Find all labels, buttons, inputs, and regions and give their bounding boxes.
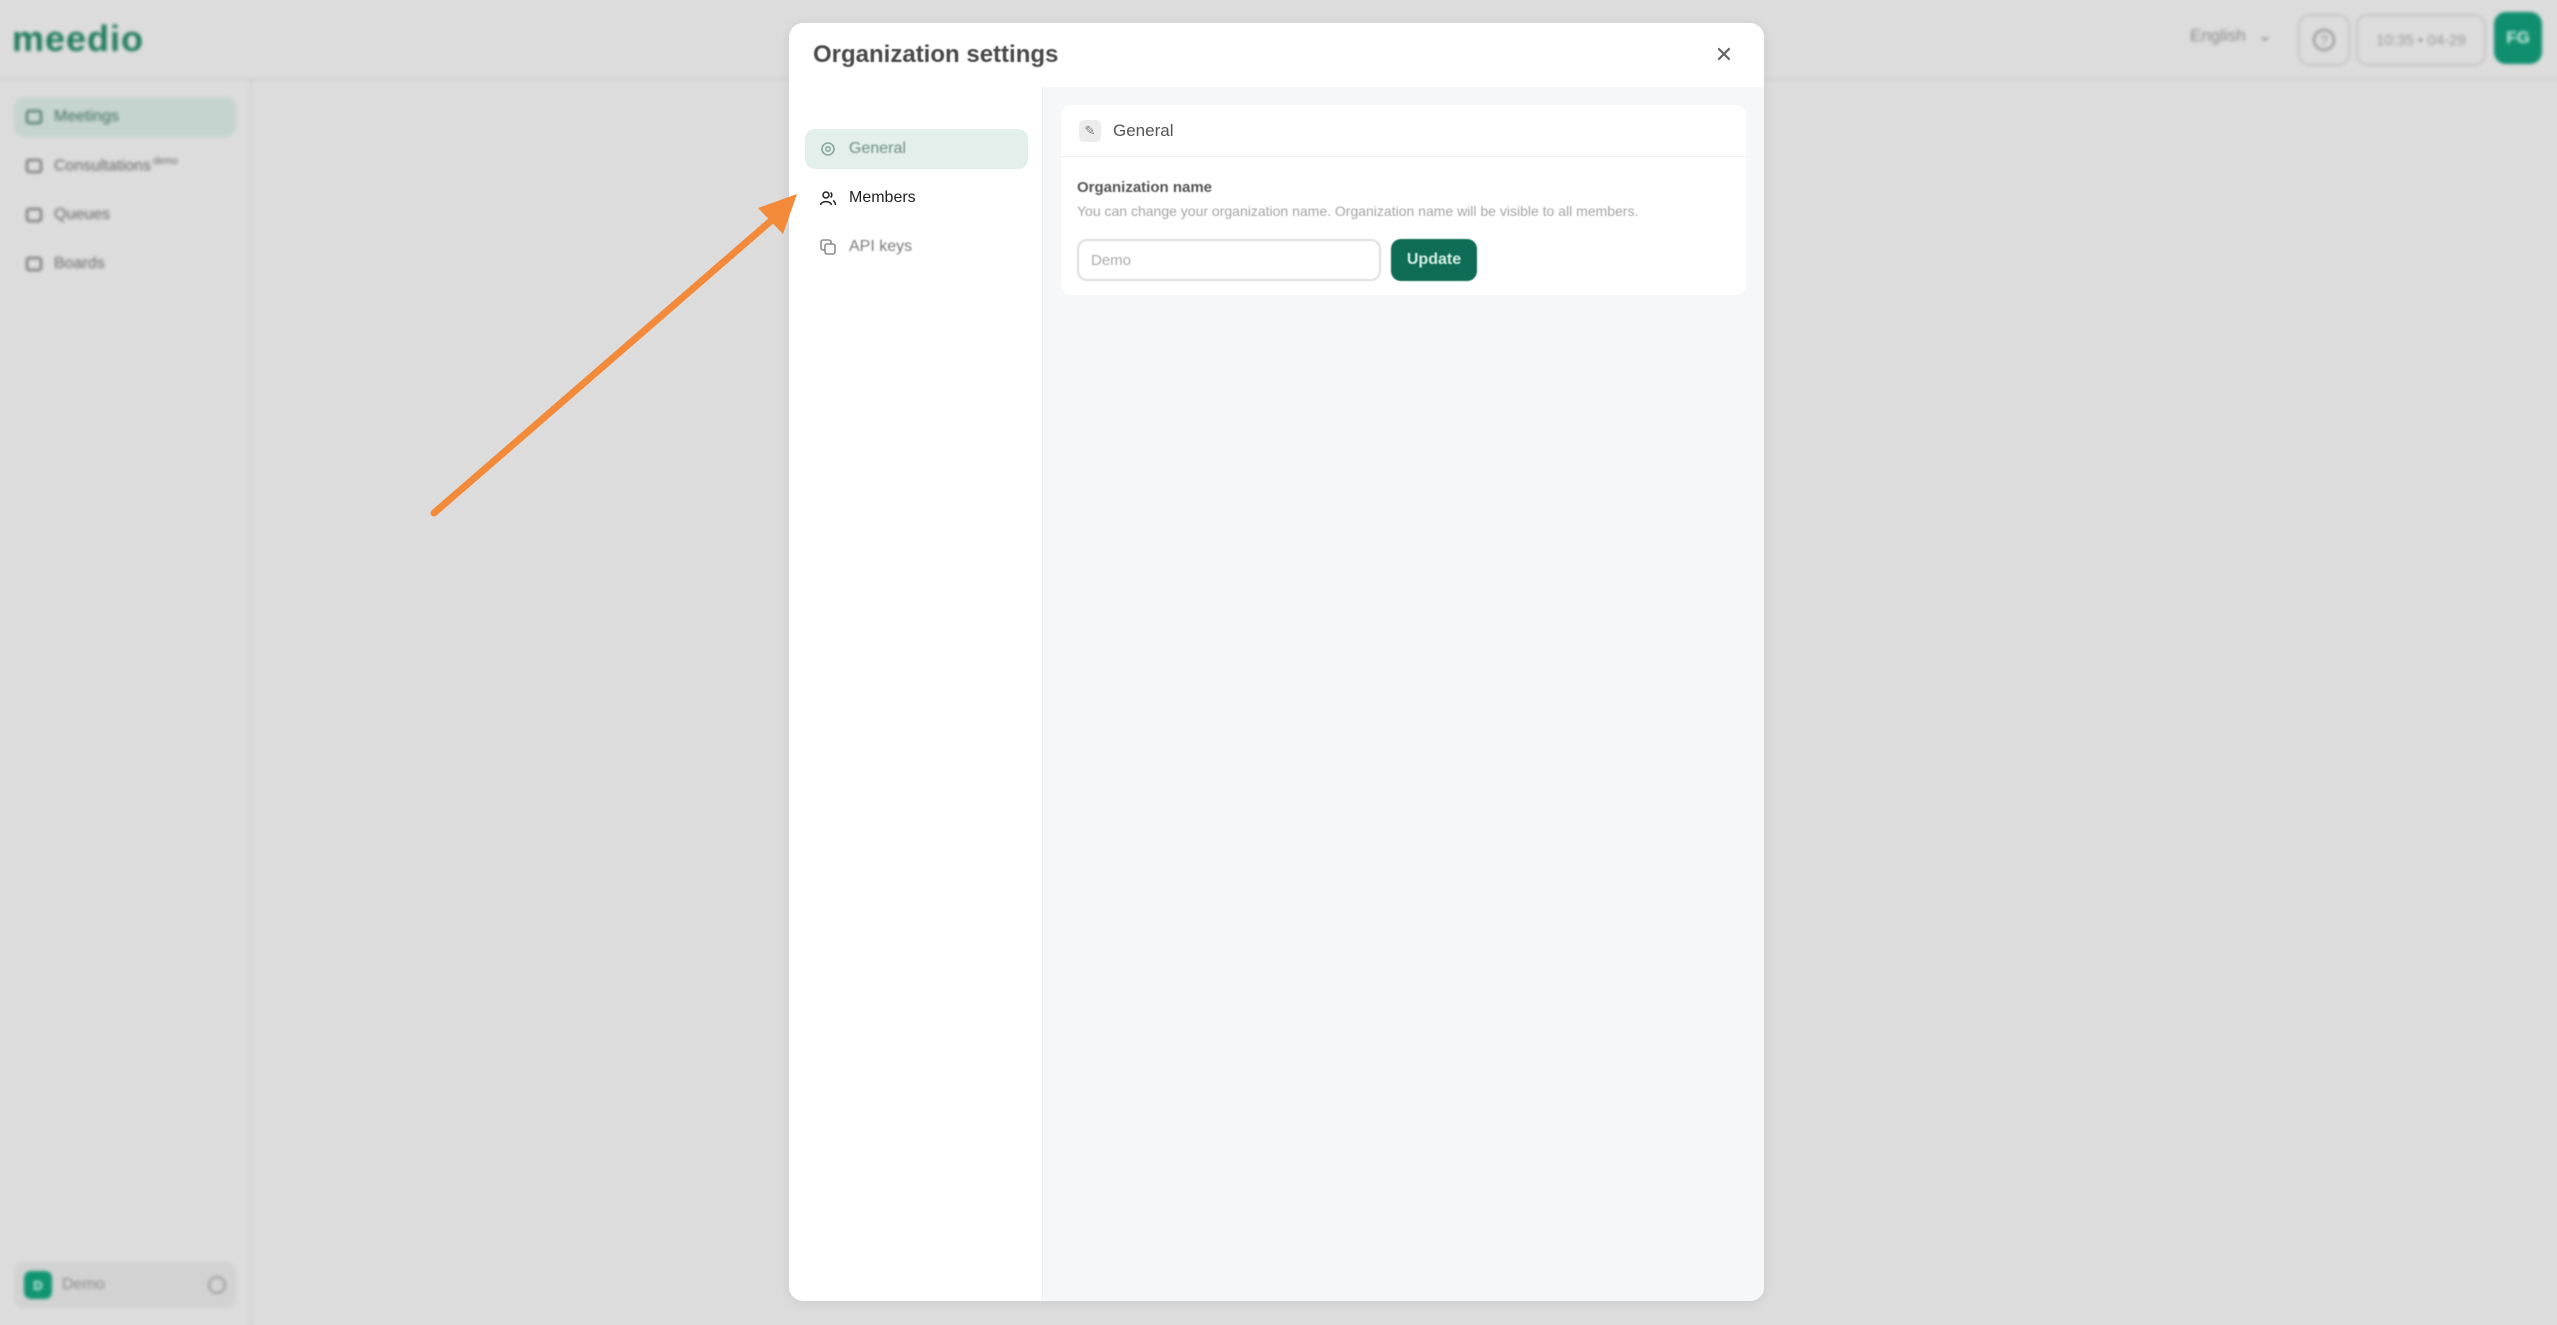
- sidebar: Meetings Consultations demo Queues Boards: [0, 80, 252, 1325]
- nav-item-api-keys[interactable]: API keys: [805, 227, 1028, 267]
- language-selector[interactable]: English ⌄: [2190, 26, 2272, 46]
- gear-icon[interactable]: [208, 1276, 226, 1294]
- nav-item-members[interactable]: Members: [805, 178, 1028, 218]
- nav-item-label: API keys: [849, 238, 913, 255]
- gear-icon: [821, 142, 835, 156]
- organization-settings-modal: Organization settings ✕ General Members: [789, 23, 1764, 1301]
- nav-item-general[interactable]: General: [805, 129, 1028, 169]
- clock-display: 10:35 • 04-29: [2356, 14, 2486, 66]
- modal-title: Organization settings: [813, 41, 1059, 68]
- users-icon: [819, 191, 837, 206]
- video-icon: [26, 110, 42, 124]
- organization-name-input[interactable]: [1077, 239, 1381, 281]
- close-button[interactable]: ✕: [1712, 42, 1736, 67]
- pencil-icon: ✎: [1079, 119, 1101, 142]
- update-button[interactable]: Update: [1391, 239, 1477, 281]
- sidebar-item-queues[interactable]: Queues: [14, 195, 236, 235]
- nav-item-label: General: [849, 140, 906, 157]
- app-logo: meedio: [12, 18, 145, 59]
- sidebar-item-label: Meetings: [54, 108, 119, 125]
- sidebar-item-label: Queues: [54, 206, 111, 223]
- general-card: ✎ General Organization name You can chan…: [1061, 105, 1746, 295]
- sidebar-item-boards[interactable]: Boards: [14, 244, 236, 284]
- sidebar-item-consultations[interactable]: Consultations demo: [14, 146, 236, 186]
- workspace-name: Demo: [62, 1276, 105, 1293]
- organization-name-help: You can change your organization name. O…: [1077, 203, 1639, 219]
- user-avatar[interactable]: FG: [2494, 12, 2542, 64]
- card-header: ✎ General: [1061, 105, 1746, 157]
- language-label: English: [2190, 26, 2246, 45]
- organization-name-label: Organization name: [1077, 179, 1213, 196]
- card-title: General: [1113, 120, 1174, 140]
- settings-nav: General Members API keys: [789, 87, 1043, 1301]
- modal-header: Organization settings ✕: [789, 23, 1764, 87]
- grid-icon: [26, 257, 42, 271]
- sidebar-item-label: Consultations demo: [54, 156, 178, 175]
- copy-icon: [820, 239, 836, 255]
- help-button[interactable]: ?: [2298, 14, 2350, 66]
- sidebar-item-meetings[interactable]: Meetings: [14, 97, 236, 137]
- question-icon: ?: [2313, 29, 2335, 51]
- video-plus-icon: [26, 159, 42, 173]
- sidebar-item-label: Boards: [54, 255, 105, 272]
- workspace-switcher[interactable]: D Demo: [14, 1262, 236, 1308]
- nav-item-label: Members: [849, 189, 916, 206]
- stack-icon: [26, 208, 42, 222]
- workspace-avatar: D: [24, 1271, 52, 1299]
- demo-badge: demo: [152, 156, 178, 168]
- settings-content: ✎ General Organization name You can chan…: [1043, 87, 1764, 1301]
- close-icon: ✕: [1714, 42, 1734, 67]
- chevron-down-icon: ⌄: [2257, 26, 2273, 45]
